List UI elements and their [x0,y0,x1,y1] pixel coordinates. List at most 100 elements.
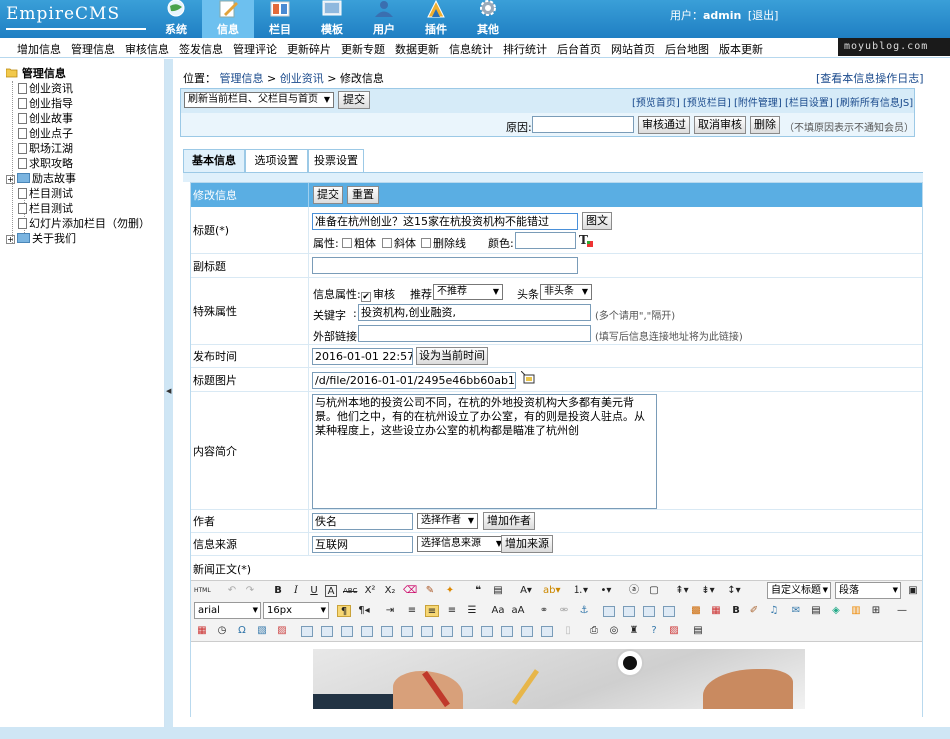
delete-table-icon[interactable] [321,626,333,637]
keywords-input[interactable]: 投资机构,创业融资, [358,304,591,321]
menu-version-update[interactable]: 版本更新 [719,41,763,57]
delete-col-icon[interactable] [421,626,433,637]
tree-item[interactable]: + 励志故事 [6,172,76,186]
subtitle-input[interactable] [312,257,578,274]
background-color-icon[interactable]: ab▾ [543,585,561,597]
gmap-icon[interactable]: ◈ [829,605,843,617]
delete-button[interactable]: 删除 [750,116,780,134]
fullscreen-icon[interactable]: ▣ [906,585,920,597]
search-icon[interactable]: ♜ [627,625,641,637]
ltr-direction-icon[interactable]: ¶ [337,605,351,617]
preview-column-link[interactable]: [预览栏目] [683,94,731,109]
ordered-list-icon[interactable]: ⒈▾ [573,585,588,597]
column-settings-link[interactable]: [栏目设置] [785,94,833,109]
source-input[interactable]: 互联网 [312,536,413,553]
clear-doc-icon[interactable]: ▢ [647,585,661,597]
italic-icon[interactable]: I [289,585,303,597]
set-now-button[interactable]: 设为当前时间 [416,347,488,365]
blockquote-icon[interactable]: ❝ [471,585,485,597]
tree-root[interactable]: 管理信息 [5,67,66,81]
menu-admin-home[interactable]: 后台首页 [557,41,601,57]
row-spacing-bottom-icon[interactable]: ⇟▾ [701,585,715,597]
menu-site-home[interactable]: 网站首页 [611,41,655,57]
nav-other[interactable]: 其他 [462,0,514,38]
bold-icon[interactable]: B [271,585,285,597]
insert-table-icon[interactable] [301,626,313,637]
split-cells-icon[interactable] [501,626,513,637]
unordered-list-icon[interactable]: •▾ [599,585,613,597]
menu-update-fragment[interactable]: 更新碎片 [287,41,331,57]
menu-add-info[interactable]: 增加信息 [17,41,61,57]
split-rows-icon[interactable] [521,626,533,637]
expand-icon[interactable]: + [6,235,15,244]
reason-input[interactable] [532,116,634,133]
author-input[interactable]: 佚名 [312,513,413,530]
font-color-icon[interactable]: A▾ [519,585,533,597]
logout-link[interactable]: [退出] [748,9,779,22]
toolbox-submit-button[interactable]: 提交 [338,91,370,109]
align-center-icon[interactable]: ≡ [425,605,439,617]
date-icon[interactable]: ▦ [195,625,209,637]
insert-image-icon[interactable]: ▩ [689,605,703,617]
attachment-icon[interactable]: ✉ [789,605,803,617]
frame-icon[interactable]: ▥ [849,605,863,617]
check-option[interactable]: ✔ 审核 [361,286,395,302]
image-none-icon[interactable] [603,606,615,617]
color-input[interactable] [515,232,576,249]
special-char-icon[interactable]: Ω [235,625,249,637]
time-icon[interactable]: ◷ [215,625,229,637]
tree-item[interactable]: 职场江湖 [18,142,73,156]
insert-col-icon[interactable] [401,626,413,637]
author-select[interactable]: 选择作者 ▼ [417,513,478,529]
menu-data-update[interactable]: 数据更新 [395,41,439,57]
tree-item[interactable]: 栏目测试 [18,187,73,201]
page-break-icon[interactable]: ▯ [561,625,575,637]
print-icon[interactable]: ⎙ [587,625,601,637]
menu-manage-info[interactable]: 管理信息 [71,41,115,57]
summary-textarea[interactable]: 与杭州本地的投资公司不同，在杭的外地投资机构大多都有美元背景。他们之中，有的在杭… [312,394,657,509]
help-icon[interactable]: ? [647,625,661,637]
view-log-link[interactable]: [查看本信息操作日志] [816,70,924,86]
lowercase-icon[interactable]: aA [511,605,525,617]
tab-options[interactable]: 选项设置 [245,149,308,173]
title-input[interactable]: 准备在杭州创业？这15家在杭投资机构不能错过 [312,213,578,230]
snapscreen-icon[interactable]: ▨ [275,625,289,637]
font-family-select[interactable]: arial ▼ [194,602,261,619]
nav-plugin[interactable]: 插件 [410,0,462,38]
format-brush-icon[interactable]: ✎ [423,585,437,597]
italic-checkbox[interactable] [382,238,392,248]
tree-item[interactable]: 栏目测试 [18,202,73,216]
search-replace-icon[interactable]: ▧ [255,625,269,637]
check-checkbox[interactable]: ✔ [361,292,371,302]
preview-icon[interactable]: ◎ [607,625,621,637]
uppercase-icon[interactable]: Aа [491,605,505,617]
html-source-icon[interactable]: HTML [194,585,211,597]
insert-row-icon[interactable] [361,626,373,637]
multi-image-icon[interactable]: ▦ [709,605,723,617]
tree-item[interactable]: 创业点子 [18,127,73,141]
select-all-icon[interactable]: ⓐ [627,585,641,597]
nav-column[interactable]: 栏目 [254,0,306,38]
tree-item[interactable]: + 关于我们 [6,232,76,246]
line-height-icon[interactable]: ↕▾ [727,585,741,597]
outlink-input[interactable] [358,325,591,342]
align-left-icon[interactable]: ≡ [405,605,419,617]
refresh-js-link[interactable]: [刷新所有信息JS] [836,94,913,109]
add-source-button[interactable]: 增加来源 [501,535,553,553]
strike-option[interactable]: 删除线 [421,235,466,251]
tree-item[interactable]: 幻灯片添加栏目（勿删） [18,217,150,231]
align-right-icon[interactable]: ≡ [445,605,459,617]
tab-vote[interactable]: 投票设置 [308,149,364,173]
source-select[interactable]: 选择信息来源 ▼ [417,536,506,552]
rtl-direction-icon[interactable]: ¶◂ [357,605,371,617]
underline-icon[interactable]: U [307,585,321,597]
menu-manage-comment[interactable]: 管理评论 [233,41,277,57]
bold-option[interactable]: 粗体 [342,235,376,251]
pubtime-input[interactable]: 2016-01-01 22:57:34 [312,348,413,365]
auto-format-icon[interactable]: ✦ [443,585,457,597]
tree-item[interactable]: 创业资讯 [18,82,73,96]
italic-option[interactable]: 斜体 [382,235,416,251]
form-reset-button[interactable]: 重置 [347,186,379,204]
eraser-icon[interactable]: ⌫ [403,585,417,597]
font-border-icon[interactable]: A [325,585,337,597]
